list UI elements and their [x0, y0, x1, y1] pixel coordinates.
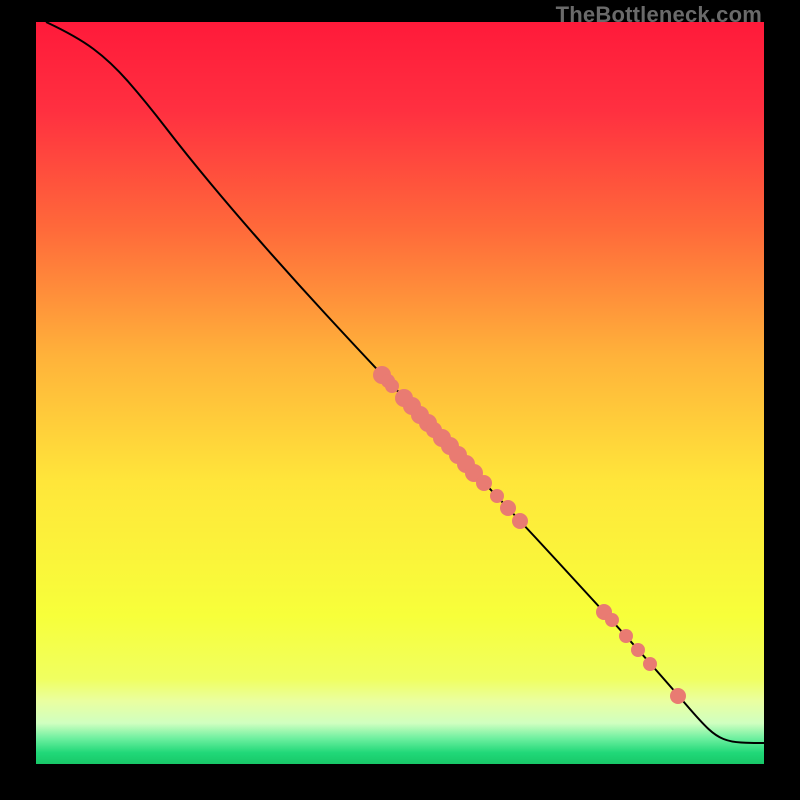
- bottleneck-curve: [46, 22, 764, 743]
- watermark-text: TheBottleneck.com: [556, 2, 762, 28]
- marker-point: [643, 657, 657, 671]
- marker-point: [605, 613, 619, 627]
- marker-point: [619, 629, 633, 643]
- marker-point: [500, 500, 516, 516]
- curve-layer: [36, 22, 764, 764]
- marker-point: [512, 513, 528, 529]
- plot-area: [36, 22, 764, 764]
- marker-point: [670, 688, 686, 704]
- marker-point: [631, 643, 645, 657]
- marker-point: [385, 379, 399, 393]
- marker-point: [490, 489, 504, 503]
- highlight-markers: [373, 366, 686, 704]
- marker-point: [476, 475, 492, 491]
- chart-frame: TheBottleneck.com: [0, 0, 800, 800]
